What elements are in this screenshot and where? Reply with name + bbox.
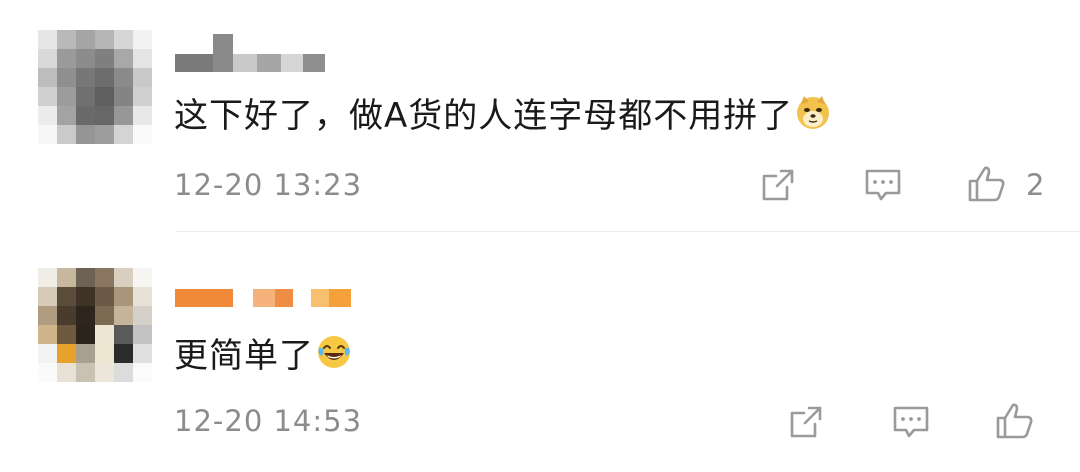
comment-text: 更简单了 — [174, 328, 352, 376]
thumbs-up-icon — [996, 403, 1033, 439]
comment-text: 这下好了，做A货的人连字母都不用拼了 — [174, 88, 831, 136]
username[interactable] — [175, 34, 325, 72]
share-button[interactable] — [784, 400, 828, 444]
reply-button[interactable] — [861, 163, 905, 207]
comment-timestamp: 12-20 14:53 — [174, 404, 363, 438]
laughing-tears-emoji — [318, 336, 350, 368]
share-icon — [762, 169, 794, 201]
like-button[interactable] — [993, 399, 1037, 443]
comment-icon — [865, 169, 901, 201]
thumbs-up-icon — [968, 166, 1005, 202]
like-count: 2 — [1026, 168, 1045, 202]
reply-button[interactable] — [889, 400, 933, 444]
share-icon — [790, 406, 822, 438]
comment-text-content: 这下好了，做A货的人连字母都不用拼了 — [174, 95, 794, 136]
doge-emoji — [797, 96, 830, 129]
comment-icon — [893, 406, 929, 438]
username[interactable] — [175, 289, 351, 307]
avatar[interactable] — [38, 30, 152, 144]
like-button[interactable] — [965, 162, 1009, 206]
comment-item-1: 这下好了，做A货的人连字母都不用拼了 12-20 13:23 2 — [0, 0, 1080, 232]
comment-item-2: 更简单了 12-20 14:53 — [0, 232, 1080, 472]
comment-text-content: 更简单了 — [174, 335, 314, 376]
share-button[interactable] — [756, 163, 800, 207]
avatar[interactable] — [38, 268, 152, 382]
comment-timestamp: 12-20 13:23 — [174, 168, 363, 202]
